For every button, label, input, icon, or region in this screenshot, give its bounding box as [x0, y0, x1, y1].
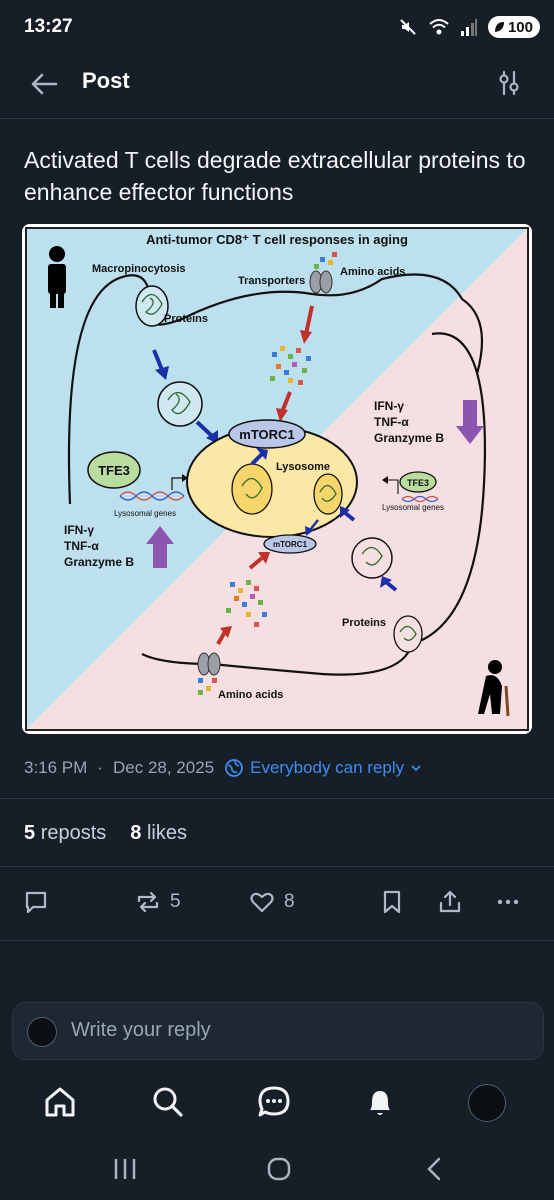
comment-button[interactable]: [22, 888, 50, 916]
post-text: Activated T cells degrade extracellular …: [24, 147, 526, 205]
bell-icon[interactable]: [362, 1084, 398, 1120]
label-proteins-bottom: Proteins: [342, 617, 386, 629]
label-macropinocytosis: Macropinocytosis: [92, 263, 186, 275]
post-time: 3:16 PM: [24, 758, 88, 777]
battery-level: 100: [507, 18, 533, 36]
divider: [0, 940, 554, 941]
page-title: Post: [82, 68, 130, 93]
share-button[interactable]: [436, 888, 464, 916]
back-arrow-icon[interactable]: [28, 68, 60, 100]
bookmark-button[interactable]: [378, 888, 406, 916]
battery-leaf-icon: [494, 22, 504, 32]
label-ifn-left: IFN-γ: [64, 523, 94, 537]
bottom-nav: [0, 1070, 554, 1140]
post-figure[interactable]: Anti-tumor CD8⁺ T cell responses in agin…: [22, 224, 532, 734]
heart-icon: [250, 892, 274, 913]
more-icon: [497, 899, 519, 905]
back-nav-icon[interactable]: [420, 1154, 450, 1184]
battery-indicator: 100: [487, 16, 540, 38]
figure-diagram: Anti-tumor CD8⁺ T cell responses in agin…: [22, 224, 532, 734]
messages-icon[interactable]: [256, 1084, 292, 1120]
figure-title: Anti-tumor CD8⁺ T cell responses in agin…: [146, 232, 408, 247]
status-bar: 13:27 100: [0, 0, 554, 56]
system-navigation: [0, 1140, 554, 1200]
likes-count: 8: [130, 822, 142, 844]
chevron-down-icon: [411, 765, 421, 772]
home-button-icon[interactable]: [264, 1154, 294, 1184]
reply-input[interactable]: Write your reply: [71, 1019, 211, 1042]
repost-icon: [137, 891, 159, 913]
reply-permission-label: Everybody can reply: [250, 758, 405, 777]
post-meta: 3:16 PM · Dec 28, 2025 Everybody can rep…: [24, 758, 422, 778]
label-proteins-top: Proteins: [164, 313, 208, 325]
wifi-icon: [429, 19, 449, 35]
comment-icon: [25, 891, 47, 914]
top-bar: Post: [0, 56, 554, 119]
avatar[interactable]: [468, 1084, 506, 1122]
label-granzyme-left: Granzyme B: [64, 555, 134, 569]
reposts-count: 5: [24, 822, 36, 844]
divider: [0, 798, 554, 799]
filter-icon[interactable]: [494, 68, 524, 98]
likes-stat[interactable]: 8 likes: [130, 822, 187, 845]
signal-icon: [460, 19, 477, 36]
like-count: 8: [284, 891, 295, 912]
label-mtorc1-main: mTORC1: [239, 427, 294, 442]
label-amino-acids-top: Amino acids: [340, 266, 405, 278]
home-icon[interactable]: [42, 1084, 78, 1120]
label-tnf-left: TNF-α: [64, 539, 99, 553]
like-button[interactable]: 8: [248, 888, 295, 916]
status-time: 13:27: [24, 16, 73, 37]
label-tfe3-right: TFE3: [407, 478, 429, 488]
label-amino-acids-bottom: Amino acids: [218, 689, 283, 701]
meta-separator: ·: [97, 758, 103, 777]
search-icon[interactable]: [150, 1084, 186, 1120]
mute-icon: [400, 19, 416, 35]
label-mtorc1-small: mTORC1: [273, 540, 308, 549]
share-icon: [439, 890, 461, 913]
label-tfe3-left: TFE3: [98, 463, 130, 478]
post-date: Dec 28, 2025: [112, 758, 215, 777]
more-button[interactable]: [494, 888, 522, 916]
label-lysosomal-genes-left: Lysosomal genes: [114, 509, 176, 518]
action-bar: 5 8: [0, 882, 554, 926]
label-granzyme-right: Granzyme B: [374, 431, 444, 445]
label-lysosomal-genes-right: Lysosomal genes: [382, 503, 444, 512]
globe-icon: [225, 759, 244, 777]
label-transporters: Transporters: [238, 275, 305, 287]
avatar: [27, 1017, 57, 1047]
status-icons: 100: [398, 14, 540, 40]
reposts-stat[interactable]: 5 reposts: [24, 822, 106, 845]
label-tnf-right: TNF-α: [374, 415, 409, 429]
reply-permission-button[interactable]: Everybody can reply: [224, 758, 422, 778]
bookmark-icon: [383, 890, 401, 914]
reply-input-box[interactable]: Write your reply: [12, 1002, 544, 1060]
recents-icon[interactable]: [110, 1154, 140, 1184]
reposts-label: reposts: [40, 822, 107, 844]
label-ifn-right: IFN-γ: [374, 399, 404, 413]
label-lysosome: Lysosome: [276, 461, 330, 473]
repost-count: 5: [170, 891, 181, 912]
divider: [0, 866, 554, 867]
post-stats: 5 reposts 8 likes: [24, 822, 187, 845]
repost-button[interactable]: 5: [134, 888, 181, 916]
likes-label: likes: [146, 822, 187, 844]
